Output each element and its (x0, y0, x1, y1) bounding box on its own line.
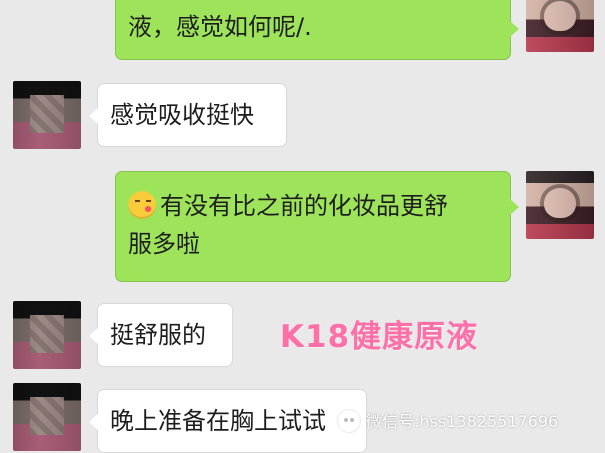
brand-watermark: K18健康原液 (280, 319, 479, 355)
message-text: 晚上准备在胸上试试 (110, 407, 326, 435)
wechat-watermark: 微信号:hss13825517696 (338, 405, 558, 432)
message-text: 有没有比之前的化妆品更舒 (160, 192, 448, 220)
avatar[interactable] (13, 301, 81, 369)
message-text: 感觉吸收挺快 (110, 101, 254, 129)
wechat-icon (338, 410, 360, 432)
bubble-tail (510, 199, 519, 215)
wechat-id-text: 微信号:hss13825517696 (366, 412, 559, 431)
chat-screen: 液，感觉如何呢/. 感觉吸收挺快 有没有比之前的化妆品更舒 服多啦 挺舒服的 晚… (0, 0, 605, 453)
bubble-tail (89, 328, 98, 344)
message-text: 服多啦 (128, 230, 200, 258)
kiss-face-icon (128, 191, 156, 219)
message-text: 液，感觉如何呢/. (128, 13, 312, 41)
avatar[interactable] (13, 81, 81, 149)
avatar[interactable] (526, 171, 594, 239)
message-text: 挺舒服的 (110, 321, 206, 349)
bubble-tail (510, 21, 519, 37)
bubble-tail (89, 108, 98, 124)
bubble-tail (89, 414, 98, 430)
message-bubble-incoming[interactable]: 挺舒服的 (89, 303, 233, 367)
message-bubble-incoming[interactable]: 晚上准备在胸上试试 (89, 389, 367, 453)
message-line: 服多啦 (128, 225, 498, 263)
message-bubble-outgoing[interactable]: 有没有比之前的化妆品更舒 服多啦 (115, 171, 519, 282)
message-line: 有没有比之前的化妆品更舒 (128, 186, 498, 225)
avatar[interactable] (13, 383, 81, 451)
message-bubble-incoming[interactable]: 感觉吸收挺快 (89, 83, 287, 147)
avatar[interactable] (526, 0, 594, 52)
message-bubble-outgoing[interactable]: 液，感觉如何呢/. (115, 0, 519, 60)
